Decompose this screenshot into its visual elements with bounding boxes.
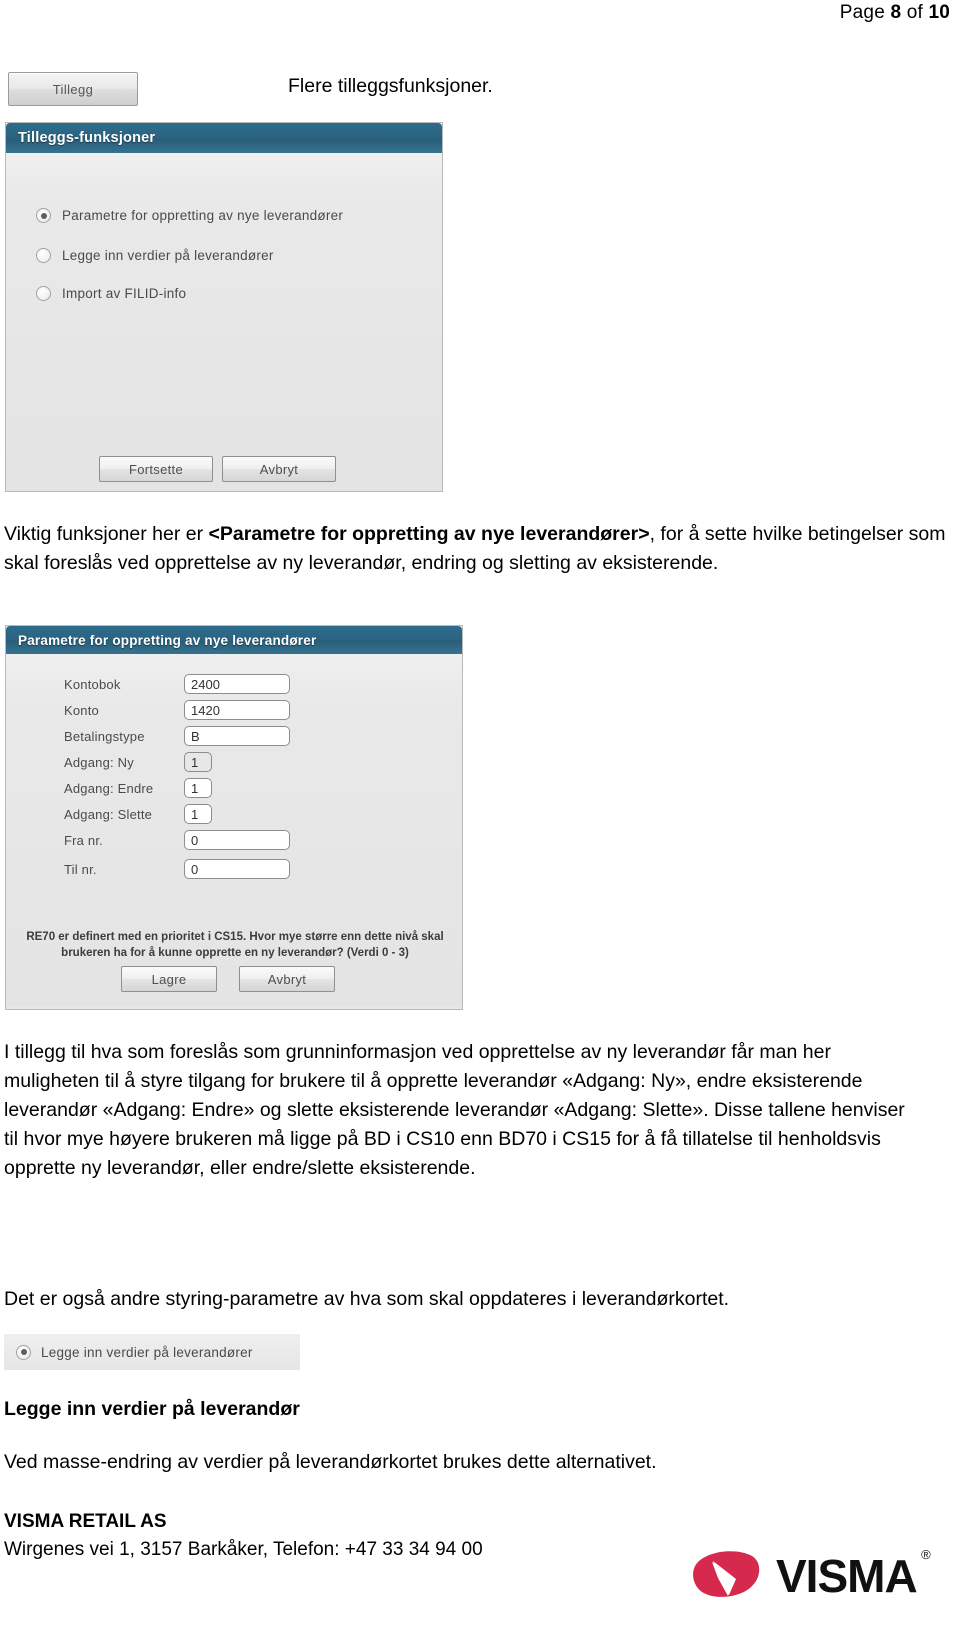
footer-address: Wirgenes vei 1, 3157 Barkåker, Telefon: … bbox=[4, 1539, 483, 1560]
intro-caption: Flere tilleggsfunksjoner. bbox=[288, 75, 493, 97]
radio-button-icon[interactable] bbox=[16, 1344, 31, 1360]
page-header-total: 10 bbox=[928, 2, 950, 23]
paragraph-1-part-a: Viktig funksjoner her er bbox=[4, 523, 209, 545]
form-row: Adgang: Ny 1 bbox=[64, 752, 212, 772]
registered-trademark-icon: ® bbox=[921, 1547, 931, 1562]
field-label: Konto bbox=[64, 702, 99, 718]
lagre-button[interactable]: Lagre bbox=[121, 966, 217, 992]
radio-option-label: Import av FILID-info bbox=[62, 286, 187, 301]
dialog-title: Parametre for oppretting av nye leverand… bbox=[18, 632, 317, 648]
dialog-tilleggs-funksjoner: Tilleggs-funksjoner Parametre for oppret… bbox=[5, 122, 443, 492]
page-header-current: 8 bbox=[890, 2, 902, 23]
visma-logo: VISMA ® bbox=[688, 1547, 931, 1604]
form-row: Konto 1420 bbox=[64, 700, 290, 720]
betalingstype-input[interactable]: B bbox=[184, 726, 290, 746]
avbryt-button[interactable]: Avbryt bbox=[222, 456, 336, 482]
fra-nr-input[interactable]: 0 bbox=[184, 830, 290, 850]
field-label: Adgang: Ny bbox=[64, 754, 134, 770]
fortsette-button[interactable]: Fortsette bbox=[99, 456, 213, 482]
field-label: Kontobok bbox=[64, 676, 121, 692]
radio-button-icon[interactable] bbox=[36, 248, 51, 263]
paragraph-i-tillegg: I tillegg til hva som foreslås som grunn… bbox=[4, 1041, 905, 1179]
radio-chip-label: Legge inn verdier på leverandører bbox=[41, 1344, 253, 1360]
field-label: Adgang: Slette bbox=[64, 806, 153, 822]
visma-wordmark: VISMA ® bbox=[776, 1547, 931, 1603]
lagre-button-label: Lagre bbox=[151, 971, 187, 987]
helper-text: RE70 er definert med en prioritet i CS15… bbox=[14, 929, 456, 961]
dialog-body: Kontobok 2400 Konto 1420 Betalingstype B… bbox=[6, 654, 462, 1007]
page-header-middle: of bbox=[901, 2, 929, 23]
page-header-prefix: Page bbox=[839, 2, 891, 23]
til-nr-input[interactable]: 0 bbox=[184, 859, 290, 879]
avbryt-button[interactable]: Avbryt bbox=[239, 966, 335, 992]
radio-option-label: Parametre for oppretting av nye leverand… bbox=[62, 208, 344, 223]
paragraph-masse-endring: Ved masse-endring av verdier på leverand… bbox=[4, 1451, 657, 1473]
radio-option-import-filid[interactable]: Import av FILID-info bbox=[36, 286, 186, 301]
helper-text-line-1: RE70 er definert med en prioritet i CS15… bbox=[26, 931, 444, 943]
form-row: Til nr. 0 bbox=[64, 859, 290, 879]
field-label: Til nr. bbox=[64, 861, 97, 877]
radio-button-icon[interactable] bbox=[36, 286, 51, 301]
radio-chip-legge-inn-verdier[interactable]: Legge inn verdier på leverandører bbox=[4, 1334, 300, 1370]
radio-option-label: Legge inn verdier på leverandører bbox=[62, 248, 274, 263]
paragraph-1-bold: <Parametre for oppretting av nye leveran… bbox=[208, 523, 650, 545]
form-row: Adgang: Slette 1 bbox=[64, 804, 212, 824]
konto-input[interactable]: 1420 bbox=[184, 700, 290, 720]
tillegg-button[interactable]: Tillegg bbox=[8, 72, 138, 106]
footer-company-name: VISMA RETAIL AS bbox=[4, 1511, 167, 1532]
radio-option-parametre[interactable]: Parametre for oppretting av nye leverand… bbox=[36, 208, 343, 223]
adgang-slette-input[interactable]: 1 bbox=[184, 804, 212, 824]
form-row: Kontobok 2400 bbox=[64, 674, 290, 694]
form-row: Betalingstype B bbox=[64, 726, 290, 746]
page-number-header: Page 8 of 10 bbox=[840, 2, 950, 24]
dialog-body: Parametre for oppretting av nye leverand… bbox=[6, 153, 442, 491]
helper-text-line-2: brukeren ha for å kunne opprette en ny l… bbox=[61, 947, 409, 959]
field-label: Betalingstype bbox=[64, 728, 145, 744]
visma-wordmark-text: VISMA bbox=[776, 1550, 918, 1602]
dialog-titlebar: Parametre for oppretting av nye leverand… bbox=[6, 626, 462, 654]
dialog-title: Tilleggs-funksjoner bbox=[18, 130, 156, 146]
avbryt-button-label: Avbryt bbox=[259, 461, 299, 477]
paragraph-viktig-funksjoner: Viktig funksjoner her er <Parametre for … bbox=[4, 520, 956, 578]
radio-button-icon[interactable] bbox=[36, 208, 51, 223]
fortsette-button-label: Fortsette bbox=[129, 461, 183, 477]
visma-flame-icon bbox=[693, 1551, 760, 1597]
field-label: Fra nr. bbox=[64, 832, 103, 848]
avbryt-button-label: Avbryt bbox=[267, 971, 307, 987]
paragraph-styring-parametre: Det er også andre styring-parametre av h… bbox=[4, 1288, 730, 1310]
footer-contact-block: VISMA RETAIL AS Wirgenes vei 1, 3157 Bar… bbox=[4, 1508, 644, 1564]
radio-option-legge-inn-verdier[interactable]: Legge inn verdier på leverandører bbox=[36, 248, 274, 263]
form-row: Adgang: Endre 1 bbox=[64, 778, 212, 798]
form-row: Fra nr. 0 bbox=[64, 830, 290, 850]
field-label: Adgang: Endre bbox=[64, 780, 154, 796]
adgang-ny-input[interactable]: 1 bbox=[184, 752, 212, 772]
dialog-parametre-oppretting: Parametre for oppretting av nye leverand… bbox=[5, 625, 463, 1010]
kontobok-input[interactable]: 2400 bbox=[184, 674, 290, 694]
adgang-endre-input[interactable]: 1 bbox=[184, 778, 212, 798]
dialog-titlebar: Tilleggs-funksjoner bbox=[6, 123, 442, 153]
tillegg-button-label: Tillegg bbox=[52, 81, 94, 97]
heading-legge-inn-verdier: Legge inn verdier på leverandør bbox=[4, 1398, 300, 1420]
